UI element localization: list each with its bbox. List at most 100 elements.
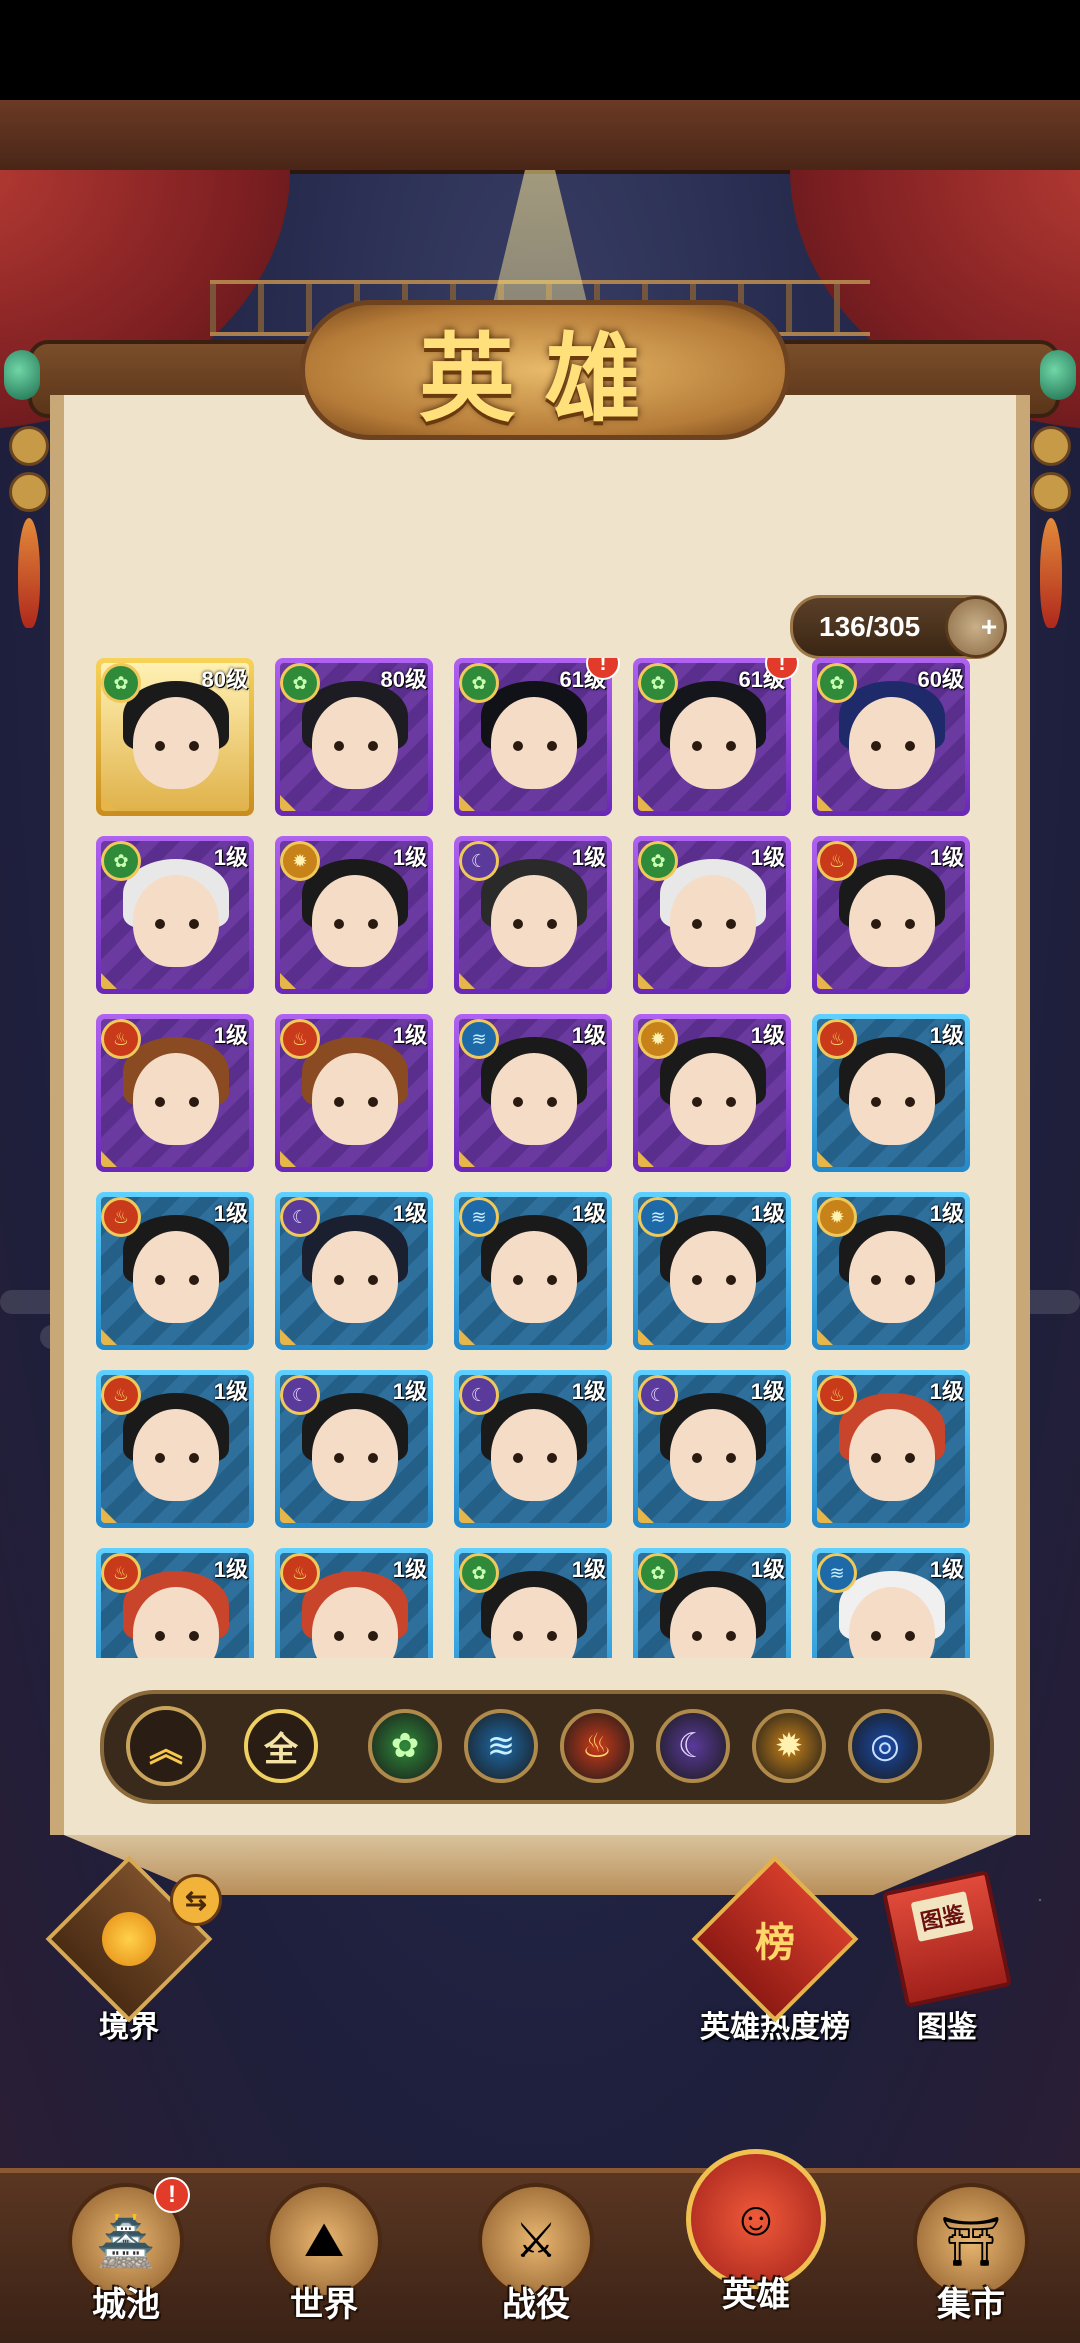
bottom-tab-bar: 🏯 城池! ⛰ 世界 ⚔ 战役 ☺ 英雄 ⛩ 集市 xyxy=(0,2149,1080,2343)
hero-card[interactable]: ♨ 1级 xyxy=(96,1370,254,1528)
sun-element-icon: ✹ xyxy=(774,1727,804,1765)
hero-card[interactable]: ♨ 1级 xyxy=(96,1548,254,1658)
hero-level: 1级 xyxy=(571,1023,606,1048)
hero-level: 1级 xyxy=(571,1201,606,1226)
tassel-left xyxy=(4,420,54,640)
tab-label: 世界 xyxy=(290,2285,358,2325)
hero-level: 1级 xyxy=(213,1557,248,1582)
hero-card[interactable]: ≋ 1级 xyxy=(454,1014,612,1172)
hero-card[interactable]: ♨ 1级 xyxy=(812,1370,970,1528)
tab-city[interactable]: 🏯 城池! xyxy=(56,2177,196,2326)
codex-button[interactable]: 图鉴 图鉴 xyxy=(881,1870,1013,2046)
hero-card[interactable]: ♨ 1级 xyxy=(812,836,970,994)
water-element-icon: ≋ xyxy=(459,1019,499,1059)
hero-card[interactable]: ♨ 1级 xyxy=(275,1548,433,1658)
hero-card[interactable]: ☾ 1级 xyxy=(454,1370,612,1528)
nature-element-icon: ✿ xyxy=(817,663,857,703)
realm-button[interactable]: ⇆ 境界 xyxy=(45,1855,222,2046)
hero-card[interactable]: ☾ 1级 xyxy=(454,836,612,994)
sun-element-icon: ✹ xyxy=(280,841,320,881)
moon-element-icon: ☾ xyxy=(459,1375,499,1415)
add-capacity-button[interactable]: + xyxy=(945,596,1007,658)
filter-nature-button[interactable]: ✿ xyxy=(368,1709,442,1783)
moon-element-icon: ☾ xyxy=(280,1197,320,1237)
hero-level: 1级 xyxy=(929,1023,964,1048)
nature-element-icon: ✿ xyxy=(638,663,678,703)
hero-card[interactable]: ☾ 1级 xyxy=(275,1192,433,1350)
fire-element-icon: ♨ xyxy=(101,1197,141,1237)
tab-label: 战役 xyxy=(502,2285,570,2325)
hero-card[interactable]: ✹ 1级 xyxy=(812,1192,970,1350)
hero-level: 1级 xyxy=(213,1379,248,1404)
hero-card[interactable]: ✿ 1级 xyxy=(454,1548,612,1658)
tab-battle[interactable]: ⚔ 战役 xyxy=(466,2183,606,2326)
hero-card[interactable]: ✿ 1级 xyxy=(633,1548,791,1658)
tab-market[interactable]: ⛩ 集市 xyxy=(901,2183,1041,2326)
swap-icon: ⇆ xyxy=(170,1874,222,1926)
fire-element-icon: ♨ xyxy=(817,841,857,881)
filter-water-button[interactable]: ≋ xyxy=(464,1709,538,1783)
hero-card[interactable]: ≋ 1级 xyxy=(454,1192,612,1350)
filter-fire-button[interactable]: ♨ xyxy=(560,1709,634,1783)
alert-badge-icon: ! xyxy=(154,2177,190,2213)
fire-element-icon: ♨ xyxy=(581,1727,613,1765)
hero-card[interactable]: ☾ 1级 xyxy=(633,1370,791,1528)
status-bar xyxy=(0,0,1080,100)
tassel-right xyxy=(1026,420,1076,640)
moon-element-icon: ☾ xyxy=(459,841,499,881)
hero-capacity: 136/305 + xyxy=(790,595,1007,659)
hero-card[interactable]: ✹ 1级 xyxy=(275,836,433,994)
tab-hero[interactable]: ☺ 英雄 xyxy=(686,2149,826,2316)
codex-label: 图鉴 xyxy=(917,2011,977,2044)
stage-beam xyxy=(0,100,1080,174)
hero-card[interactable]: ✿ 1级 xyxy=(96,836,254,994)
sun-element-icon: ✹ xyxy=(638,1019,678,1059)
capacity-count: 136/305 xyxy=(819,611,921,642)
hero-level: 1级 xyxy=(213,845,248,870)
hero-card[interactable]: ≋ 1级 xyxy=(812,1548,970,1658)
hero-grid-scroll[interactable]: ✿ 80级 ✿ 80级 ✿ 61级! ✿ 61级! ✿ 60级 ✿ 1级 ✹ 1级 ☾ 1级 ✿ 1级 ♨ 1级 ♨ 1级… xyxy=(96,658,984,1658)
hero-level: 1级 xyxy=(929,845,964,870)
filter-all-button[interactable]: 全 xyxy=(244,1709,318,1783)
hero-level: 1级 xyxy=(750,1023,785,1048)
hero-level: 1级 xyxy=(213,1023,248,1048)
moon-element-icon: ☾ xyxy=(677,1727,709,1765)
hero-card[interactable]: ♨ 1级 xyxy=(96,1014,254,1172)
fire-element-icon: ♨ xyxy=(817,1019,857,1059)
hero-level: 1级 xyxy=(392,1379,427,1404)
nature-element-icon: ✿ xyxy=(390,1727,420,1765)
hero-card[interactable]: ☾ 1级 xyxy=(275,1370,433,1528)
fire-element-icon: ♨ xyxy=(101,1553,141,1593)
hero-card[interactable]: ✿ 61级! xyxy=(454,658,620,816)
tab-label: 集市 xyxy=(937,2285,1005,2325)
hero-card[interactable]: ✹ 1级 xyxy=(633,1014,791,1172)
hero-card[interactable]: ≋ 1级 xyxy=(633,1192,791,1350)
moon-element-icon: ☾ xyxy=(638,1375,678,1415)
water-element-icon: ≋ xyxy=(486,1727,516,1765)
hero-card[interactable]: ♨ 1级 xyxy=(275,1014,433,1172)
fire-element-icon: ♨ xyxy=(280,1019,320,1059)
hero-card[interactable]: ✿ 61级! xyxy=(633,658,799,816)
hero-card[interactable]: ✿ 60级 xyxy=(812,658,970,816)
filter-sun-button[interactable]: ✹ xyxy=(752,1709,826,1783)
fire-element-icon: ♨ xyxy=(280,1553,320,1593)
tab-world[interactable]: ⛰ 世界 xyxy=(254,2183,394,2326)
fire-element-icon: ♨ xyxy=(101,1375,141,1415)
hero-card[interactable]: ✿ 80级 xyxy=(275,658,433,816)
water-element-icon: ≋ xyxy=(638,1197,678,1237)
element-filter-bar: ︽ 全 ✿ ≋ ♨ ☾ ✹ ◎ xyxy=(100,1690,994,1804)
double-chevron-up-icon: ︽ xyxy=(149,1730,183,1769)
hero-card[interactable]: ✿ 1级 xyxy=(633,836,791,994)
hero-level: 80级 xyxy=(201,667,248,692)
sort-button[interactable]: ︽ xyxy=(126,1706,206,1786)
hero-card[interactable]: ♨ 1级 xyxy=(812,1014,970,1172)
hero-card[interactable]: ♨ 1级 xyxy=(96,1192,254,1350)
nature-element-icon: ✿ xyxy=(101,841,141,881)
filter-storm-button[interactable]: ◎ xyxy=(848,1709,922,1783)
fire-element-icon: ♨ xyxy=(101,1019,141,1059)
hero-ranking-button[interactable]: 榜 英雄热度榜 xyxy=(691,1855,859,2046)
nature-element-icon: ✿ xyxy=(638,841,678,881)
hero-card[interactable]: ✿ 80级 xyxy=(96,658,254,816)
filter-moon-button[interactable]: ☾ xyxy=(656,1709,730,1783)
tab-label: 英雄 xyxy=(722,2275,790,2315)
